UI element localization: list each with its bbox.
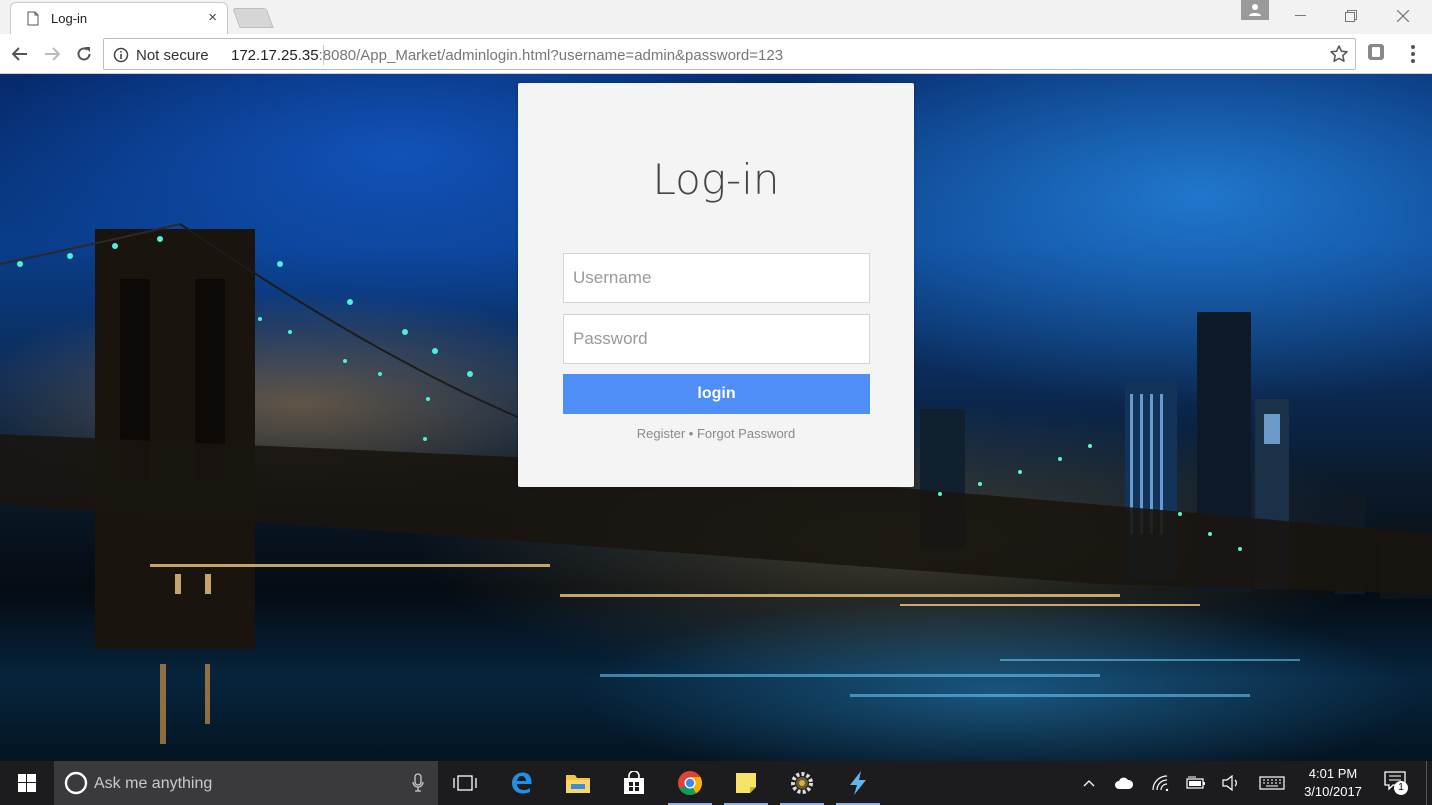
minimize-button[interactable]: [1277, 2, 1323, 30]
notification-badge: 1: [1394, 781, 1408, 795]
chrome-icon: [678, 771, 703, 796]
reload-button[interactable]: [73, 43, 95, 65]
lightning-bolt-icon: [850, 771, 866, 795]
browser-tab[interactable]: Log-in ×: [10, 2, 228, 34]
forgot-password-link[interactable]: Forgot Password: [697, 426, 795, 441]
reload-icon: [77, 47, 91, 61]
cortana-icon: [64, 771, 88, 800]
show-desktop-button[interactable]: [1426, 761, 1432, 805]
windows-logo-icon: [18, 774, 36, 792]
tab-close-icon[interactable]: ×: [208, 9, 217, 26]
task-view-button[interactable]: [440, 761, 490, 805]
address-bar[interactable]: Not secure 172.17.25.35:8080/App_Market/…: [103, 38, 1356, 70]
system-clock[interactable]: 4:01 PM 3/10/2017: [1296, 765, 1370, 801]
tab-title: Log-in: [51, 11, 88, 26]
sticky-notes-taskbar-app[interactable]: [721, 761, 771, 805]
url-host: 172.17.25.35: [231, 47, 319, 64]
page-icon: [27, 11, 39, 31]
security-label[interactable]: Not secure: [136, 47, 209, 64]
lightning-taskbar-app[interactable]: [833, 761, 883, 805]
clock-time: 4:01 PM: [1308, 766, 1358, 781]
back-arrow-icon: [12, 47, 27, 61]
cortana-search-box[interactable]: Ask me anything: [54, 761, 438, 805]
onedrive-cloud-icon[interactable]: [1113, 773, 1135, 793]
sticky-note-icon: [736, 773, 756, 793]
wifi-icon[interactable]: [1150, 773, 1172, 793]
bookmark-star-icon[interactable]: [1329, 44, 1349, 69]
gear-icon: [791, 772, 813, 794]
task-view-icon: [453, 775, 477, 791]
kebab-menu-icon[interactable]: [1403, 42, 1423, 66]
taskbar: Ask me anything 4:01 PM 3/10/2017 1: [0, 761, 1432, 805]
url-text[interactable]: 172.17.25.35:8080/App_Market/adminlogin.…: [231, 47, 783, 64]
login-card: Log-in login Register • Forgot Password: [518, 83, 914, 487]
show-hidden-icons-chevron-up-icon[interactable]: [1078, 773, 1100, 793]
edge-icon: [512, 772, 532, 794]
url-path: :8080/App_Market/adminlogin.html?usernam…: [318, 47, 784, 64]
new-tab-button[interactable]: [232, 8, 274, 28]
login-links: Register • Forgot Password: [518, 426, 914, 441]
login-title: Log-in: [652, 155, 780, 204]
info-icon[interactable]: [113, 47, 129, 68]
login-button[interactable]: login: [563, 374, 870, 414]
forward-arrow-icon: [45, 47, 60, 61]
page-background: Log-in login Register • Forgot Password: [0, 74, 1432, 761]
search-placeholder: Ask me anything: [94, 775, 213, 792]
browser-toolbar: Not secure 172.17.25.35:8080/App_Market/…: [0, 34, 1432, 74]
store-taskbar-app[interactable]: [609, 761, 659, 805]
edge-taskbar-app[interactable]: [497, 761, 547, 805]
register-link[interactable]: Register: [637, 426, 685, 441]
file-explorer-taskbar-app[interactable]: [553, 761, 603, 805]
password-input[interactable]: [563, 314, 870, 364]
settings-taskbar-app[interactable]: [777, 761, 827, 805]
close-window-button[interactable]: [1380, 2, 1426, 30]
forward-button[interactable]: [41, 43, 63, 65]
extension-icon[interactable]: [1367, 43, 1387, 63]
microphone-icon[interactable]: [412, 773, 424, 798]
username-input[interactable]: [563, 253, 870, 303]
touch-keyboard-icon[interactable]: [1258, 773, 1286, 793]
folder-icon: [566, 775, 590, 793]
volume-icon[interactable]: [1220, 773, 1242, 793]
chrome-taskbar-app[interactable]: [665, 761, 715, 805]
browser-titlebar: Log-in ×: [0, 0, 1432, 34]
link-separator: •: [688, 426, 694, 441]
start-button[interactable]: [0, 761, 54, 805]
back-button[interactable]: [9, 43, 31, 65]
restore-button[interactable]: [1328, 2, 1374, 30]
clock-date: 3/10/2017: [1304, 784, 1362, 799]
store-bag-icon: [624, 771, 644, 794]
profile-icon[interactable]: [1241, 0, 1269, 20]
battery-icon[interactable]: [1185, 773, 1207, 793]
action-center-button[interactable]: 1: [1384, 771, 1408, 796]
